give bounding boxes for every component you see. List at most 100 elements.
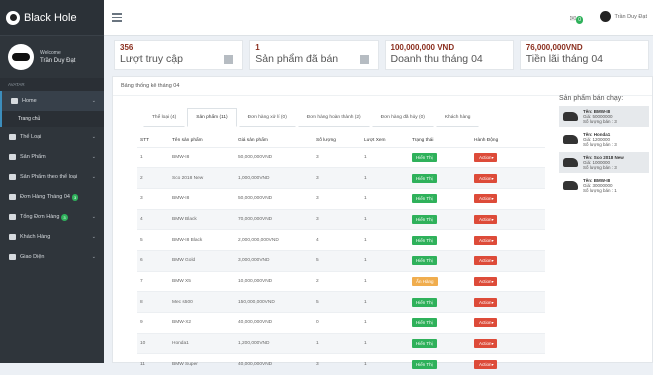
table-cell: Hiển Thị [409,229,471,251]
table-row: 8 Mec s500 150,000,000VND 5 1 Hiển Thị Action … [137,291,545,313]
column-header: Tên sản phẩm [172,138,203,144]
sidebar-item-san-pham[interactable]: Sản Phẩm ⌄ [0,147,104,167]
bestseller-item[interactable]: Tên: BMW-I8 Giá: 50000000 Số lượng bán : 3 [559,106,649,127]
status-badge[interactable]: Hiển Thị [412,359,437,369]
tab-don-hang-da-huy[interactable]: Đơn hàng đã hủy (0) [371,108,434,127]
stats-row: 356 Lượt truy cập 1 Sản phẩm đã bán 100,00… [104,36,653,70]
edit-icon [9,214,16,220]
table-cell: 4 [137,208,169,230]
table-cell: 0 [313,312,361,334]
table-cell: 50,000,000VND [235,187,313,210]
table-cell: 1 [361,229,409,251]
table-row: 3 BMW-I8 50,000,000VND 3 1 Hiển Thị Action ▾ [137,187,545,210]
status-badge[interactable]: Hiển Thị [412,256,437,266]
stat-value: 76,000,000VND [525,43,583,52]
send-icon [359,55,369,64]
caret-down-icon: ▾ [490,237,494,243]
menu-toggle-icon[interactable] [112,11,122,24]
table-cell: 5 [313,291,361,313]
table-cell: Action ▾ [471,353,545,375]
caret-down-icon: ▾ [490,320,494,326]
sidebar-item-trang-chu[interactable]: Trang chủ [0,111,104,127]
table-cell: Mec s500 [169,291,235,313]
bestseller-item[interactable]: Tên: Honda1 Giá: 1200000 Số lượng bán : 3 [559,129,649,150]
status-badge[interactable]: Ẩn Hàng [412,276,438,286]
table-cell: 1 [361,249,409,272]
sidebar-item-the-loai[interactable]: Thể Loại ⌄ [0,127,104,147]
bestseller-sold: Số lượng bán : 3 [583,142,617,147]
caret-down-icon: ▾ [490,278,494,284]
car-thumbnail [563,181,578,190]
car-thumbnail [563,112,578,121]
table-cell: BMW X5 [169,270,235,292]
mail-icon[interactable]: ✉ 0 [570,14,583,24]
table-row: 1 BMW-I8 50,000,000VND 3 1 Hiển Thị Action ▾ [137,146,545,168]
app-logo[interactable]: Black Hole [0,0,104,36]
user-profile: Welcome Trần Duy Đạt [0,36,104,78]
sidebar-item-don-hang-thang[interactable]: Đơn Hàng Tháng 04 3 [0,187,104,207]
table-cell: Hiển Thị [409,208,471,230]
stat-value: 356 [120,43,134,52]
sidebar-item-label: Trang chủ [18,116,41,122]
status-badge[interactable]: Hiển Thị [412,318,437,328]
tab-san-pham[interactable]: Sản phẩm (11) [187,108,237,127]
bestseller-sold: Số lượng bán : 3 [583,165,617,170]
table-cell: Action ▾ [471,270,545,292]
user-avatar [600,11,612,22]
bestseller-item[interactable]: Tên: BMW-I8 Giá: 30000000 Số lượng bán : 1 [559,175,649,196]
caret-down-icon: ▾ [490,196,494,202]
table-cell: Action ▾ [471,187,545,210]
table-cell: Hiển Thị [409,291,471,313]
sidebar-item-san-pham-theo-the-loai[interactable]: Sản Phẩm theo thể loại ⌄ [0,167,104,187]
status-badge[interactable]: Hiển Thị [412,214,437,224]
caret-down-icon: ▾ [490,341,494,347]
table-cell: BMW Gold [169,249,235,272]
sidebar-item-label: Tổng Đơn Hàng [20,214,60,220]
sidebar-item-tong-don-hang[interactable]: Tổng Đơn Hàng 3 ⌄ [0,207,104,227]
table-cell: 1 [361,146,409,168]
tab-don-hang-xu-li[interactable]: Đơn hàng xử lí (0) [238,108,296,127]
table-cell: 10,000,000VND [235,270,313,292]
status-badge[interactable]: Hiển Thị [412,173,437,183]
table-cell: BMW-X2 [169,312,235,334]
panel-title: Bảng thống kê tháng 04 [113,77,652,96]
status-badge[interactable]: Hiển Thị [412,194,437,204]
sidebar-item-giao-dien[interactable]: Giao Diện ⌄ [0,247,104,267]
product-icon [9,174,16,180]
table-cell: BMW-I8 [169,187,235,210]
bestseller-item[interactable]: Tên: Sco 2018 New Giá: 1000000 Số lượng bá… [559,152,649,173]
status-badge[interactable]: Hiển Thị [412,235,437,245]
tab-don-hang-hoan-thanh[interactable]: Đơn hàng hoàn thành (2) [297,108,370,127]
column-header: Hành Động [474,138,499,144]
bestsellers-title: Sản phẩm bán chạy: [559,95,624,102]
stat-label: Sản phẩm đã bán [255,53,339,65]
stat-card-profit: 76,000,000VND Tiền lãi tháng 04 [519,40,649,70]
table-cell: 1 [361,270,409,292]
table-cell: Action ▾ [471,208,545,230]
table-cell: 1 [137,146,169,168]
table-cell: 3 [313,167,361,189]
table-cell: 2,000,000,000VND [235,229,313,251]
table-cell: 1,000,000VND [235,167,313,189]
table-cell: 3 [313,146,361,168]
table-cell: Hiển Thị [409,167,471,189]
chevron-down-icon: ⌄ [91,234,96,240]
tab-khach-hang[interactable]: Khách hàng [435,108,480,127]
table-cell: 150,000,000VND [235,291,313,313]
table-cell: 7 [137,270,169,292]
status-badge[interactable]: Hiển Thị [412,339,437,349]
table-cell: 1 [361,187,409,210]
tab-the-loai[interactable]: Thể loại (4) [143,108,186,127]
caret-down-icon: ▾ [490,175,494,181]
table-cell: 3,000,000VND [235,249,313,272]
status-badge[interactable]: Hiển Thị [412,152,437,162]
bestsellers-panel: Sản phẩm bán chạy: Tên: BMW-I8 Giá: 50000… [559,95,649,198]
sidebar-item-home[interactable]: Home ⌄ [0,91,104,111]
chevron-down-icon: ⌄ [91,154,96,160]
chevron-down-icon: ⌄ [91,174,96,180]
status-badge[interactable]: Hiển Thị [412,297,437,307]
user-menu[interactable]: Trần Duy Đạt [600,11,647,22]
sidebar-item-khach-hang[interactable]: Khách Hàng ⌄ [0,227,104,247]
table-cell: 2 [313,270,361,292]
table-cell: 11 [137,353,169,375]
